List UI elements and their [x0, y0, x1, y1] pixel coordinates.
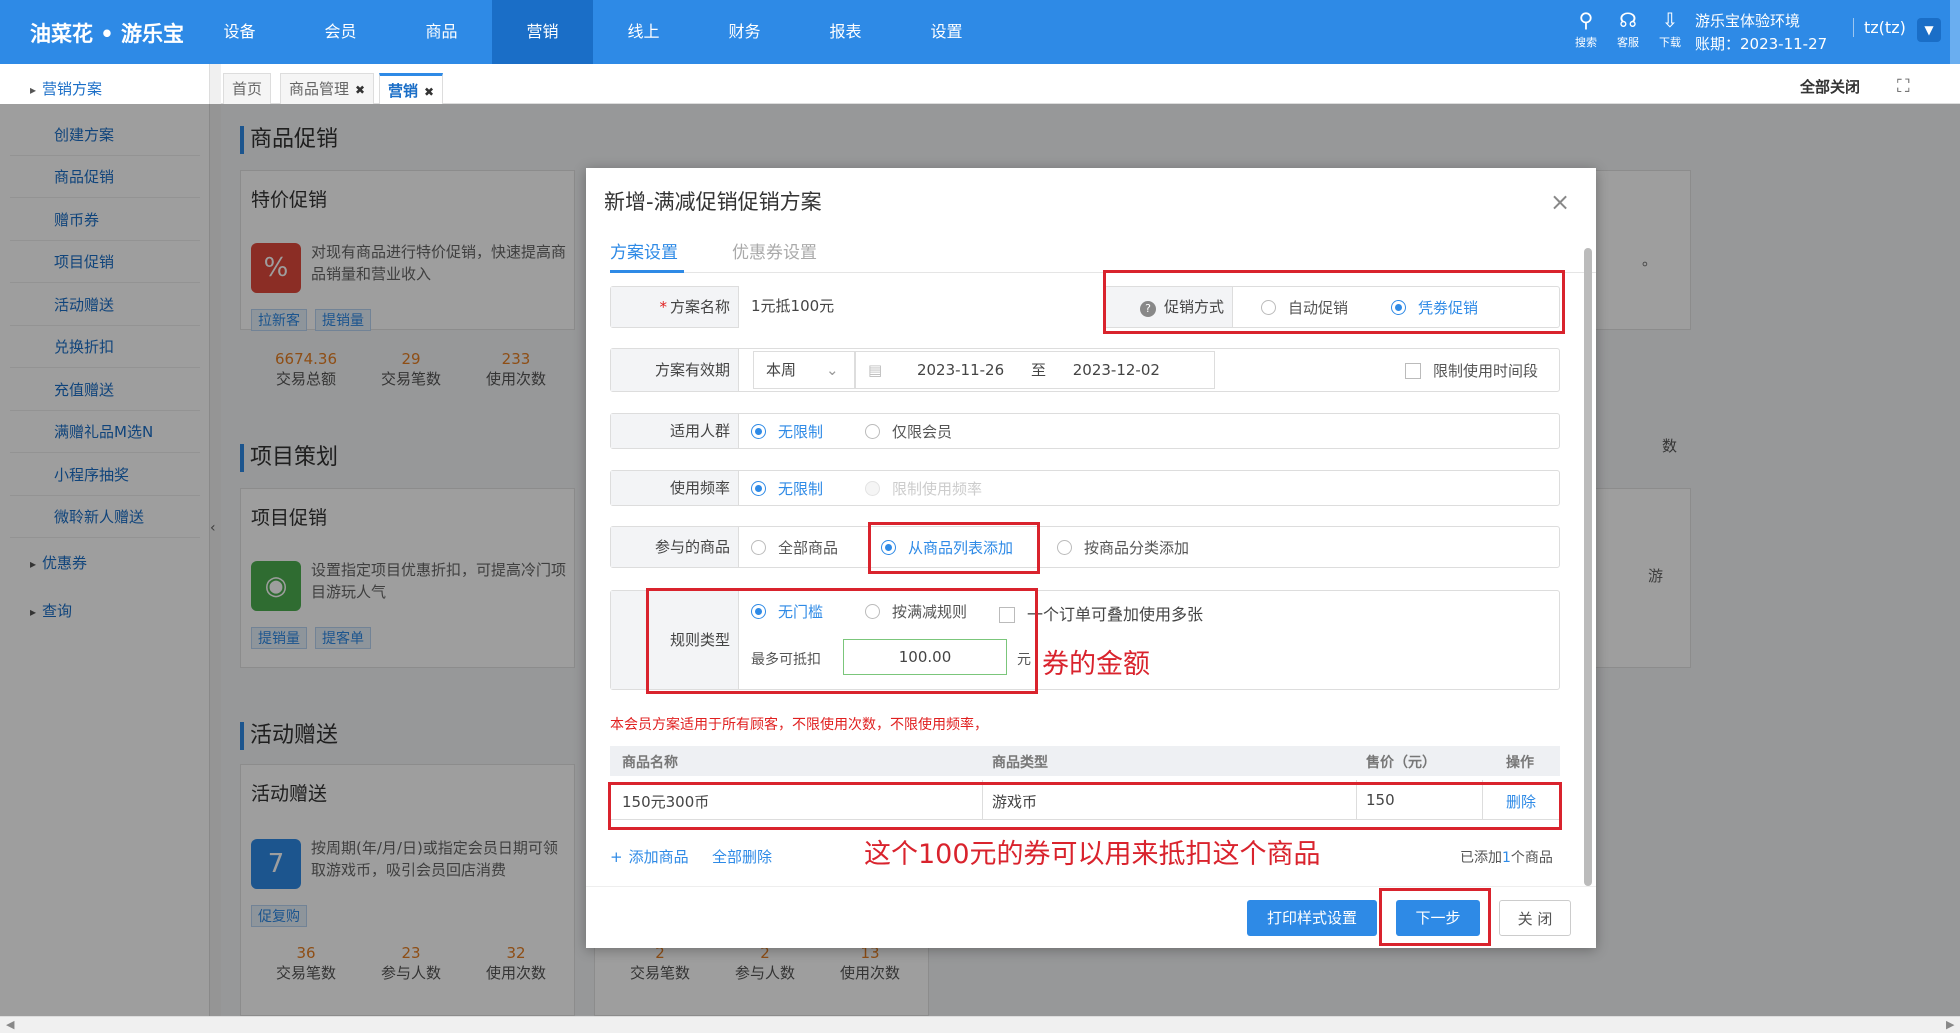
- chevron-down-icon: ⌄: [826, 361, 839, 379]
- tab-bar: 首页 商品管理 ✖ 营销 ✖: [221, 64, 1960, 104]
- table-row: 150元300币 游戏币 150 删除: [610, 780, 1560, 820]
- date-range-input[interactable]: ▤ 2023-11-26 至 2023-12-02: [855, 351, 1215, 389]
- nav-online[interactable]: 线上: [593, 0, 694, 64]
- nav-members[interactable]: 会员: [290, 0, 391, 64]
- nav-products[interactable]: 商品: [391, 0, 492, 64]
- radio-limit-frequency[interactable]: 限制使用频率: [865, 478, 982, 499]
- plus-icon: +: [610, 848, 623, 866]
- download-button[interactable]: ⇩ 下载: [1650, 6, 1690, 50]
- search-button[interactable]: ⚲ 搜索: [1566, 6, 1606, 50]
- frequency-row: 使用频率 无限制 限制使用频率: [610, 470, 1560, 506]
- annotation-amount: 券的金额: [1042, 649, 1150, 680]
- period-select[interactable]: 本周 ⌄: [753, 351, 855, 389]
- plan-name-input[interactable]: 1元抵100元: [739, 286, 1065, 328]
- accounting-date: 账期：2023-11-27: [1695, 35, 1828, 53]
- page-scrollbar[interactable]: [1950, 0, 1960, 64]
- radio-audience-unlimited[interactable]: 无限制: [751, 421, 823, 442]
- annotation-deduct: 这个100元的券可以用来抵扣这个商品: [864, 839, 1321, 870]
- tab-home[interactable]: 首页: [223, 73, 272, 104]
- plan-name-row: * 方案名称 1元抵100元: [610, 286, 1065, 328]
- promo-method-row: ? 促销方式 自动促销 凭劵促销: [1104, 286, 1560, 328]
- nav-settings[interactable]: 设置: [896, 0, 997, 64]
- tab-coupon-settings[interactable]: 优惠券设置: [732, 238, 817, 263]
- service-button[interactable]: ☊ 客服: [1608, 6, 1648, 50]
- app-logo: 油菜花 • 游乐宝: [30, 22, 185, 46]
- nav-devices[interactable]: 设备: [189, 0, 290, 64]
- dialog-scrollbar[interactable]: [1584, 248, 1592, 886]
- top-navbar: 油菜花 • 游乐宝 设备 会员 商品 营销 线上 财务 报表 设置 ⚲ 搜索 ☊…: [0, 0, 1960, 64]
- added-count: 已添加1个商品: [1460, 850, 1553, 866]
- tab-close-icon[interactable]: ✖: [424, 85, 434, 99]
- delete-row-link[interactable]: 删除: [1506, 791, 1536, 812]
- horizontal-scrollbar[interactable]: ◀ ▶: [0, 1016, 1960, 1033]
- max-deduction-input[interactable]: 100.00: [843, 639, 1007, 675]
- sidebar-group-marketing-plans[interactable]: 营销方案: [30, 78, 102, 99]
- audience-row: 适用人群 无限制 仅限会员: [610, 413, 1560, 449]
- download-icon: ⇩: [1661, 8, 1679, 32]
- fullscreen-icon[interactable]: ⛶: [1897, 76, 1910, 97]
- close-button[interactable]: 关 闭: [1499, 900, 1571, 936]
- next-step-button[interactable]: 下一步: [1396, 900, 1480, 936]
- user-menu-caret-icon[interactable]: ▼: [1917, 18, 1941, 42]
- radio-auto-promo[interactable]: 自动促销: [1261, 297, 1348, 318]
- user-name[interactable]: tz(tz): [1853, 18, 1906, 37]
- tab-product-management[interactable]: 商品管理 ✖: [280, 73, 375, 104]
- radio-all-products[interactable]: 全部商品: [751, 537, 838, 558]
- close-icon[interactable]: ×: [1550, 188, 1570, 216]
- radio-no-threshold[interactable]: 无门槛: [751, 601, 823, 622]
- promotion-plan-dialog: 新增-满减促销促销方案 × 方案设置 优惠券设置 * 方案名称 1元抵100元 ?…: [586, 168, 1596, 948]
- calendar-icon: ▤: [868, 361, 883, 379]
- add-product-link[interactable]: + 添加商品: [610, 846, 689, 867]
- nav-reports[interactable]: 报表: [795, 0, 896, 64]
- search-icon: ⚲: [1578, 8, 1594, 32]
- scroll-right-icon[interactable]: ▶: [1946, 1018, 1954, 1031]
- stack-multiple-checkbox[interactable]: 一个订单可叠加使用多张: [999, 601, 1203, 625]
- active-tab-indicator: [610, 270, 684, 273]
- tab-marketing[interactable]: 营销 ✖: [379, 73, 444, 104]
- nav-finance[interactable]: 财务: [694, 0, 795, 64]
- radio-members-only[interactable]: 仅限会员: [865, 421, 952, 442]
- help-icon: ?: [1139, 301, 1156, 317]
- close-all-tabs-button[interactable]: 全部关闭: [1800, 76, 1860, 97]
- participating-products-row: 参与的商品 全部商品 从商品列表添加 按商品分类添加: [610, 526, 1560, 568]
- radio-from-product-list[interactable]: 从商品列表添加: [881, 537, 1013, 558]
- delete-all-link[interactable]: 全部删除: [712, 846, 772, 867]
- headset-icon: ☊: [1619, 8, 1637, 32]
- plan-note: 本会员方案适用于所有顾客，不限使用次数，不限使用频率，: [610, 717, 988, 733]
- radio-full-reduction-rule[interactable]: 按满减规则: [865, 601, 967, 622]
- limit-time-checkbox[interactable]: 限制使用时间段: [1405, 360, 1538, 381]
- tab-plan-settings[interactable]: 方案设置: [610, 238, 678, 263]
- environment-name: 游乐宝体验环境: [1695, 12, 1801, 30]
- radio-frequency-unlimited[interactable]: 无限制: [751, 478, 823, 499]
- scroll-left-icon[interactable]: ◀: [6, 1018, 14, 1031]
- product-table-header: 商品名称 商品类型 售价（元） 操作: [610, 746, 1560, 776]
- tab-divider: [610, 272, 1596, 273]
- radio-by-category[interactable]: 按商品分类添加: [1057, 537, 1189, 558]
- validity-row: 方案有效期 本周 ⌄ ▤ 2023-11-26 至 2023-12-02 限制使用…: [610, 348, 1560, 392]
- nav-marketing[interactable]: 营销: [492, 0, 593, 64]
- dialog-title: 新增-满减促销促销方案: [604, 190, 822, 214]
- radio-coupon-promo[interactable]: 凭劵促销: [1391, 297, 1478, 318]
- tab-close-icon[interactable]: ✖: [355, 83, 365, 97]
- print-style-button[interactable]: 打印样式设置: [1247, 900, 1377, 936]
